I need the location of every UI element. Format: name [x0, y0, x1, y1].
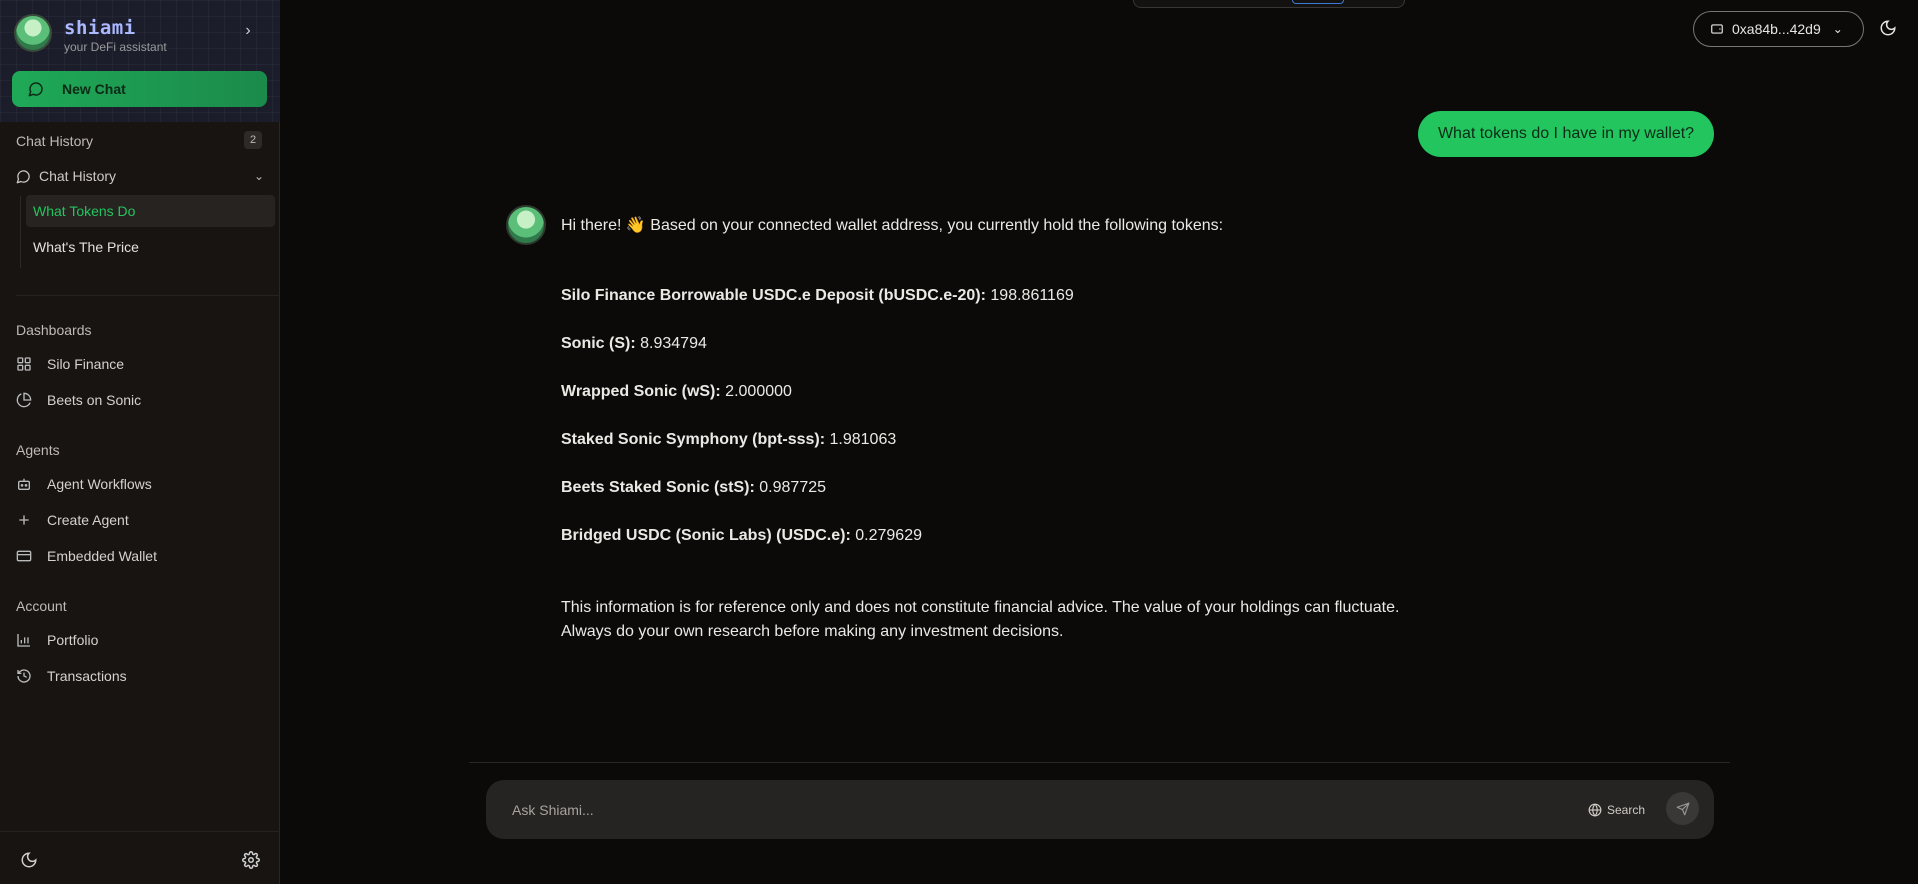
nav-silo-finance[interactable]: Silo Finance — [16, 352, 266, 376]
token-amount: 198.861169 — [990, 287, 1074, 304]
grid-icon — [17, 357, 31, 371]
moon-icon[interactable] — [1879, 19, 1897, 37]
history-item-what-tokens-do[interactable]: What Tokens Do — [26, 195, 275, 227]
nav-transactions[interactable]: Transactions — [16, 664, 266, 688]
ask-shiami-input[interactable] — [512, 798, 1512, 822]
send-icon — [1676, 802, 1689, 815]
nav-portfolio[interactable]: Portfolio — [16, 628, 266, 652]
token-name: Sonic (S): — [561, 335, 636, 352]
user-message-bubble: What tokens do I have in my wallet? — [1418, 111, 1714, 157]
chevron-down-icon: ⌄ — [253, 169, 264, 183]
token-amount: 0.987725 — [759, 479, 827, 496]
brand-name: shiami — [64, 17, 136, 39]
agents-section-label: Agents — [16, 442, 60, 458]
token-amount: 8.934794 — [640, 335, 707, 352]
assistant-avatar — [506, 205, 546, 245]
token-row: Silo Finance Borrowable USDC.e Deposit (… — [561, 287, 1074, 305]
token-row: Staked Sonic Symphony (bpt-sss): 1.98106… — [561, 431, 896, 449]
sidebar-divider — [16, 295, 280, 296]
token-name: Staked Sonic Symphony (bpt-sss): — [561, 431, 826, 448]
token-amount: 2.000000 — [725, 383, 792, 400]
token-row: Sonic (S): 8.934794 — [561, 335, 707, 353]
dashboards-section-label: Dashboards — [16, 322, 92, 338]
nav-label: Embedded Wallet — [47, 548, 157, 564]
history-item-whats-the-price[interactable]: What's The Price — [26, 231, 275, 263]
disclaimer-line-2: Always do your own research before makin… — [561, 623, 1064, 640]
account-section-label: Account — [16, 598, 67, 614]
nav-agent-workflows[interactable]: Agent Workflows — [16, 472, 266, 496]
wallet-address-button[interactable]: 0xa84b...42d9 ⌄ — [1693, 11, 1864, 47]
nav-label: Portfolio — [47, 632, 99, 648]
disclaimer-line-1: This information is for reference only a… — [561, 599, 1400, 616]
token-name: Silo Finance Borrowable USDC.e Deposit (… — [561, 287, 986, 304]
bar-chart-icon — [17, 634, 30, 647]
nav-label: Beets on Sonic — [47, 392, 142, 408]
send-button[interactable] — [1666, 792, 1699, 825]
chat-history-group-toggle[interactable]: Chat History ⌄ — [16, 166, 264, 186]
wallet-icon — [1711, 24, 1723, 34]
token-row: Beets Staked Sonic (stS): 0.987725 — [561, 479, 826, 497]
search-label: Search — [1607, 803, 1646, 817]
chat-history-section-label: Chat History — [16, 133, 94, 149]
token-amount: 1.981063 — [829, 431, 897, 448]
token-row: Bridged USDC (Sonic Labs) (USDC.e): 0.27… — [561, 527, 922, 545]
nav-label: Create Agent — [47, 512, 129, 528]
assistant-intro: Hi there! 👋 Based on your connected wall… — [561, 217, 1224, 234]
nav-label: Agent Workflows — [47, 476, 152, 492]
card-icon — [16, 550, 32, 562]
shiami-avatar-logo — [14, 14, 52, 52]
wallet-address: 0xa84b...42d9 — [1732, 21, 1821, 37]
nav-label: Transactions — [47, 668, 127, 684]
globe-icon — [1588, 803, 1602, 817]
composer: Search — [486, 780, 1714, 839]
plus-icon — [19, 515, 29, 525]
sidebar-footer-divider — [0, 831, 280, 832]
chevron-down-icon: ⌄ — [1832, 22, 1843, 36]
nav-label: Silo Finance — [47, 356, 125, 372]
token-name: Beets Staked Sonic (stS): — [561, 479, 755, 496]
token-name: Bridged USDC (Sonic Labs) (USDC.e): — [561, 527, 851, 544]
chat-history-group-label: Chat History — [39, 168, 117, 184]
gear-icon[interactable] — [242, 851, 260, 869]
pie-chart-icon — [16, 392, 32, 408]
brand-subtitle: your DeFi assistant — [64, 40, 167, 54]
brand-header: shiami your DeFi assistant › New Chat — [0, 0, 280, 122]
sidebar: shiami your DeFi assistant › New Chat Ch… — [0, 0, 280, 884]
new-chat-label: New Chat — [62, 81, 126, 97]
history-tree-line — [20, 196, 21, 268]
nav-create-agent[interactable]: Create Agent — [16, 508, 266, 532]
token-row: Wrapped Sonic (wS): 2.000000 — [561, 383, 792, 401]
composer-divider — [469, 762, 1730, 763]
token-name: Wrapped Sonic (wS): — [561, 383, 721, 400]
nav-embedded-wallet[interactable]: Embedded Wallet — [16, 544, 266, 568]
token-amount: 0.279629 — [855, 527, 922, 544]
chat-history-count-badge: 2 — [244, 131, 262, 149]
popover-pill — [1292, 0, 1344, 4]
nav-beets-on-sonic[interactable]: Beets on Sonic — [16, 388, 266, 412]
bot-icon — [18, 478, 30, 490]
message-circle-icon — [16, 169, 30, 183]
sidebar-collapse-chevron-right-icon[interactable]: › — [238, 22, 258, 46]
history-icon — [17, 669, 31, 683]
message-circle-icon — [28, 82, 43, 97]
top-popover-edge — [1133, 0, 1405, 8]
moon-icon[interactable] — [20, 851, 38, 869]
web-search-toggle[interactable]: Search — [1588, 800, 1645, 820]
new-chat-button[interactable]: New Chat — [12, 71, 267, 107]
